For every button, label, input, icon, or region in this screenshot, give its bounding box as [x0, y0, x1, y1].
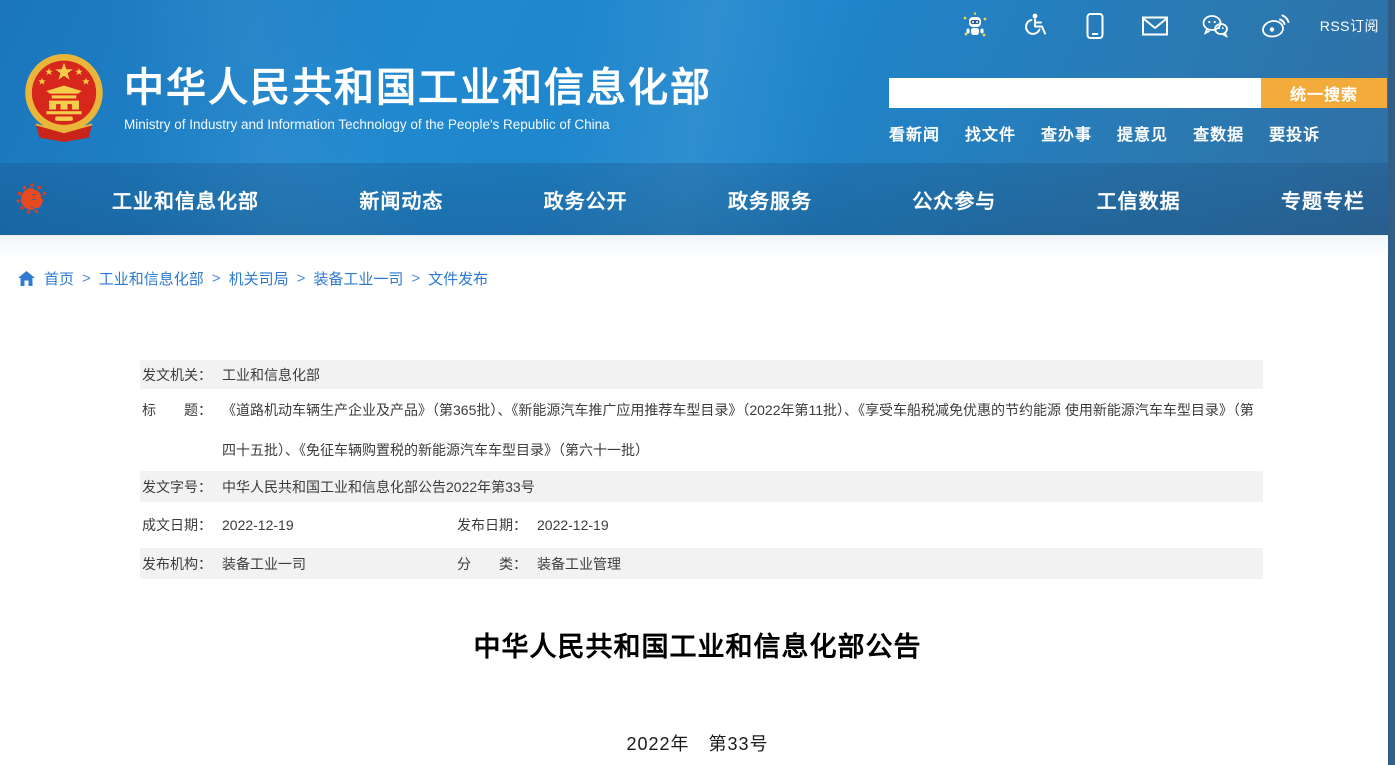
meta-cell: 发文字号：中华人民共和国工业和信息化部公告2022年第33号: [142, 472, 1263, 502]
quick-link[interactable]: 找文件: [965, 121, 1016, 145]
meta-value: 装备工业一司: [222, 549, 457, 579]
mascot-robot-icon[interactable]: [960, 11, 990, 41]
mail-icon[interactable]: [1140, 11, 1170, 41]
unified-search-button[interactable]: 统一搜索: [1261, 78, 1387, 108]
mobile-icon[interactable]: [1080, 11, 1110, 41]
scrollbar[interactable]: [1388, 0, 1395, 765]
accessibility-icon[interactable]: [1020, 11, 1050, 41]
site-title-english: Ministry of Industry and Information Tec…: [124, 117, 712, 132]
meta-value: 工业和信息化部: [222, 360, 1263, 390]
meta-value: 2022-12-19: [222, 510, 457, 540]
meta-label: 发文字号：: [142, 472, 222, 502]
main-nav: 工业和信息化部 新闻动态 政务公开 政务服务 公众参与 工信数据 专题专栏: [0, 163, 1395, 235]
meta-cell: 标 题：《道路机动车辆生产企业及产品》（第365批）、《新能源汽车推广应用推荐车…: [142, 390, 1263, 470]
meta-label: 分 类：: [457, 549, 537, 579]
breadcrumb: 首页 > 工业和信息化部 > 机关司局 > 装备工业一司 > 文件发布: [0, 262, 1395, 289]
meta-row: 发布机构：装备工业一司分 类：装备工业管理: [140, 548, 1263, 579]
site-header: RSS订阅: [0, 0, 1395, 235]
meta-cell: 分 类：装备工业管理: [457, 549, 1263, 579]
breadcrumb-separator: >: [297, 270, 306, 287]
nav-item[interactable]: 工业和信息化部: [112, 185, 259, 214]
announcement-issue-number: 2022年 第33号: [0, 730, 1395, 756]
meta-value: 2022-12-19: [537, 510, 1263, 540]
document-page: 发文机关：工业和信息化部标 题：《道路机动车辆生产企业及产品》（第365批）、《…: [0, 360, 1395, 756]
meta-value: 装备工业管理: [537, 549, 1263, 579]
meta-row: 发文字号：中华人民共和国工业和信息化部公告2022年第33号: [140, 471, 1263, 502]
miit-e-logo-icon: [14, 181, 50, 217]
meta-label: 成文日期：: [142, 510, 222, 540]
document-meta-table: 发文机关：工业和信息化部标 题：《道路机动车辆生产企业及产品》（第365批）、《…: [140, 360, 1263, 579]
meta-label: 发文机关：: [142, 360, 222, 390]
brand: 中华人民共和国工业和信息化部 Ministry of Industry and …: [20, 50, 712, 146]
breadcrumb-separator: >: [411, 270, 420, 287]
wechat-icon[interactable]: [1200, 11, 1230, 41]
search-area: 统一搜索 看新闻 找文件 查办事 提意见 查数据 要投诉: [889, 78, 1387, 145]
breadcrumb-item[interactable]: 工业和信息化部: [99, 268, 204, 289]
meta-value: 中华人民共和国工业和信息化部公告2022年第33号: [222, 472, 1263, 502]
nav-item[interactable]: 政务服务: [728, 185, 812, 214]
quick-link[interactable]: 查办事: [1041, 121, 1092, 145]
quick-link[interactable]: 提意见: [1117, 121, 1168, 145]
nav-item[interactable]: 政务公开: [544, 185, 628, 214]
brand-text: 中华人民共和国工业和信息化部 Ministry of Industry and …: [124, 65, 712, 132]
breadcrumb-item[interactable]: 文件发布: [428, 268, 488, 289]
nav-item[interactable]: 公众参与: [912, 185, 996, 214]
meta-cell: 发文机关：工业和信息化部: [142, 360, 1263, 390]
meta-label: 标 题：: [142, 390, 222, 470]
nav-item[interactable]: 专题专栏: [1281, 185, 1365, 214]
quick-links: 看新闻 找文件 查办事 提意见 查数据 要投诉: [889, 121, 1387, 145]
breadcrumb-separator: >: [212, 270, 221, 287]
quick-link[interactable]: 查数据: [1193, 121, 1244, 145]
nav-item[interactable]: 新闻动态: [359, 185, 443, 214]
weibo-icon[interactable]: [1260, 11, 1290, 41]
home-icon[interactable]: [18, 271, 35, 286]
rss-subscribe-link[interactable]: RSS订阅: [1320, 16, 1379, 36]
national-emblem-logo: [20, 50, 108, 146]
breadcrumb-item[interactable]: 机关司局: [229, 268, 289, 289]
nav-item[interactable]: 工信数据: [1097, 185, 1181, 214]
header-shadow: [0, 235, 1395, 262]
meta-value: 《道路机动车辆生产企业及产品》（第365批）、《新能源汽车推广应用推荐车型目录》…: [222, 390, 1263, 470]
search-input[interactable]: [889, 78, 1261, 108]
meta-row: 发文机关：工业和信息化部: [140, 360, 1263, 389]
breadcrumb-separator: >: [82, 270, 91, 287]
meta-row: 成文日期：2022-12-19发布日期：2022-12-19: [140, 502, 1263, 548]
quick-link[interactable]: 要投诉: [1269, 121, 1320, 145]
meta-label: 发布机构：: [142, 549, 222, 579]
meta-row: 标 题：《道路机动车辆生产企业及产品》（第365批）、《新能源汽车推广应用推荐车…: [140, 389, 1263, 471]
breadcrumb-item[interactable]: 首页: [44, 268, 74, 289]
breadcrumb-item[interactable]: 装备工业一司: [313, 268, 403, 289]
meta-label: 发布日期：: [457, 510, 537, 540]
meta-cell: 成文日期：2022-12-19: [142, 510, 457, 540]
header-main: 中华人民共和国工业和信息化部 Ministry of Industry and …: [0, 52, 1395, 163]
quick-link[interactable]: 看新闻: [889, 121, 940, 145]
meta-cell: 发布日期：2022-12-19: [457, 510, 1263, 540]
topbar: RSS订阅: [0, 0, 1395, 52]
meta-cell: 发布机构：装备工业一司: [142, 549, 457, 579]
announcement-title: 中华人民共和国工业和信息化部公告: [0, 625, 1395, 664]
site-title: 中华人民共和国工业和信息化部: [124, 65, 712, 111]
